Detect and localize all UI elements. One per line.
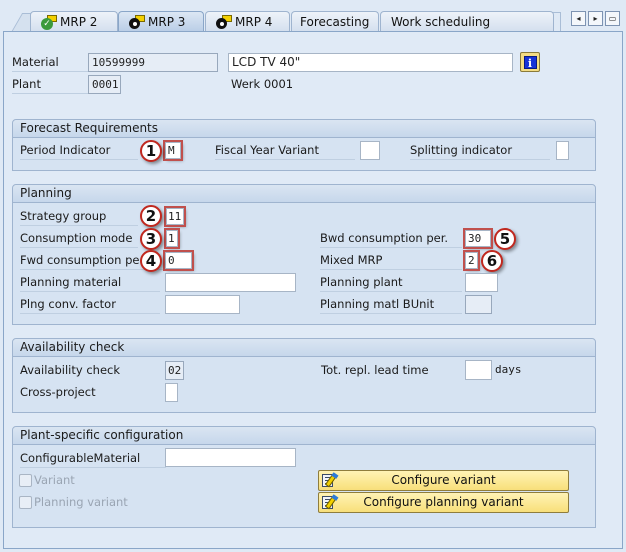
callout-1: 1 bbox=[140, 140, 162, 162]
fiscal-year-variant-label: Fiscal Year Variant bbox=[215, 142, 355, 160]
mixed-mrp-field[interactable]: 2 bbox=[465, 252, 478, 269]
mrp-wheel-flag-icon bbox=[214, 15, 232, 29]
arrow-right-icon: ▸ bbox=[593, 14, 598, 23]
mrp-wheel-flag-icon bbox=[127, 15, 145, 29]
plant-description: Werk 0001 bbox=[231, 77, 294, 91]
tab-list-button[interactable]: ▭ bbox=[605, 11, 620, 26]
strategy-group-label: Strategy group bbox=[20, 208, 138, 226]
planning-material-label: Planning material bbox=[20, 274, 160, 292]
callout-5: 5 bbox=[494, 228, 516, 250]
period-indicator-field[interactable]: M bbox=[165, 142, 181, 159]
planning-matl-bunit-field bbox=[465, 295, 492, 314]
bwd-consumption-label: Bwd consumption per. bbox=[320, 230, 462, 248]
plant-field: 0001 bbox=[88, 75, 121, 94]
planning-plant-field[interactable] bbox=[465, 273, 498, 292]
configure-variant-button[interactable]: Configure variant bbox=[318, 470, 569, 491]
planning-matl-bunit-label: Planning matl BUnit bbox=[320, 296, 462, 314]
fwd-consumption-field[interactable]: 0 bbox=[165, 252, 192, 269]
info-icon: i bbox=[523, 55, 537, 70]
tot-repl-lead-time-label: Tot. repl. lead time bbox=[321, 363, 429, 377]
configurable-material-label: ConfigurableMaterial bbox=[20, 450, 166, 468]
mixed-mrp-label: Mixed MRP bbox=[320, 252, 462, 270]
callout-3: 3 bbox=[140, 228, 162, 250]
fiscal-year-variant-field[interactable] bbox=[360, 141, 380, 160]
checkbox-icon bbox=[19, 495, 32, 509]
tab-work-scheduling[interactable]: Work scheduling bbox=[380, 11, 554, 32]
configure-edit-icon bbox=[322, 495, 337, 510]
configure-edit-icon bbox=[322, 473, 337, 488]
tot-repl-lead-time-field[interactable] bbox=[465, 360, 492, 380]
plng-conv-factor-label: Plng conv. factor bbox=[20, 296, 160, 314]
tab-bar: ✓ MRP 2 MRP 3 MRP 4 Forecasting Work sch… bbox=[0, 0, 626, 32]
material-description-field[interactable]: LCD TV 40" bbox=[228, 53, 513, 72]
tab-list-icon: ▭ bbox=[608, 14, 617, 23]
planning-variant-checkbox[interactable]: Planning variant bbox=[19, 495, 128, 509]
configurable-material-field[interactable] bbox=[165, 448, 296, 467]
mrp-check-flag-icon: ✓ bbox=[39, 15, 57, 30]
tab-overflow-edge bbox=[553, 12, 561, 32]
checkbox-icon bbox=[19, 473, 32, 487]
strategy-group-field[interactable]: 11 bbox=[166, 208, 184, 225]
material-label: Material bbox=[12, 54, 88, 72]
plng-conv-factor-field[interactable] bbox=[165, 295, 240, 314]
tab-scroll-right-button[interactable]: ▸ bbox=[588, 11, 603, 26]
availability-check-field[interactable]: 02 bbox=[165, 361, 184, 380]
splitting-indicator-label: Splitting indicator bbox=[410, 142, 550, 160]
group-title: Plant-specific configuration bbox=[13, 427, 595, 445]
group-title: Planning bbox=[13, 185, 595, 203]
variant-checkbox[interactable]: Variant bbox=[19, 473, 75, 487]
planning-material-field[interactable] bbox=[165, 273, 296, 292]
tab-scroll-left-button[interactable]: ◂ bbox=[571, 11, 586, 26]
callout-2: 2 bbox=[140, 205, 162, 227]
material-field: 10599999 bbox=[88, 53, 218, 72]
consumption-mode-field[interactable]: 1 bbox=[166, 230, 178, 247]
callout-6: 6 bbox=[481, 250, 503, 272]
tab-mrp-2[interactable]: ✓ MRP 2 bbox=[30, 11, 118, 32]
consumption-mode-label: Consumption mode bbox=[20, 230, 138, 248]
planning-plant-label: Planning plant bbox=[320, 274, 462, 292]
days-unit-label: days bbox=[495, 363, 522, 376]
cross-project-label: Cross-project bbox=[20, 385, 96, 399]
group-title: Forecast Requirements bbox=[13, 120, 595, 138]
plant-label: Plant bbox=[12, 76, 88, 94]
configure-planning-variant-button[interactable]: Configure planning variant bbox=[318, 492, 569, 513]
additional-data-button[interactable]: i bbox=[520, 52, 540, 72]
tab-mrp-3[interactable]: MRP 3 bbox=[118, 11, 204, 32]
cross-project-field[interactable] bbox=[165, 383, 178, 402]
splitting-indicator-field[interactable] bbox=[556, 141, 569, 160]
tab-forecasting[interactable]: Forecasting bbox=[291, 11, 379, 32]
callout-4: 4 bbox=[140, 250, 162, 272]
period-indicator-label: Period Indicator bbox=[20, 142, 138, 160]
group-title: Availability check bbox=[13, 339, 595, 357]
availability-check-label: Availability check bbox=[20, 363, 121, 377]
tab-mrp-4[interactable]: MRP 4 bbox=[205, 11, 290, 32]
bwd-consumption-field[interactable]: 30 bbox=[465, 230, 491, 247]
arrow-left-icon: ◂ bbox=[576, 14, 581, 23]
